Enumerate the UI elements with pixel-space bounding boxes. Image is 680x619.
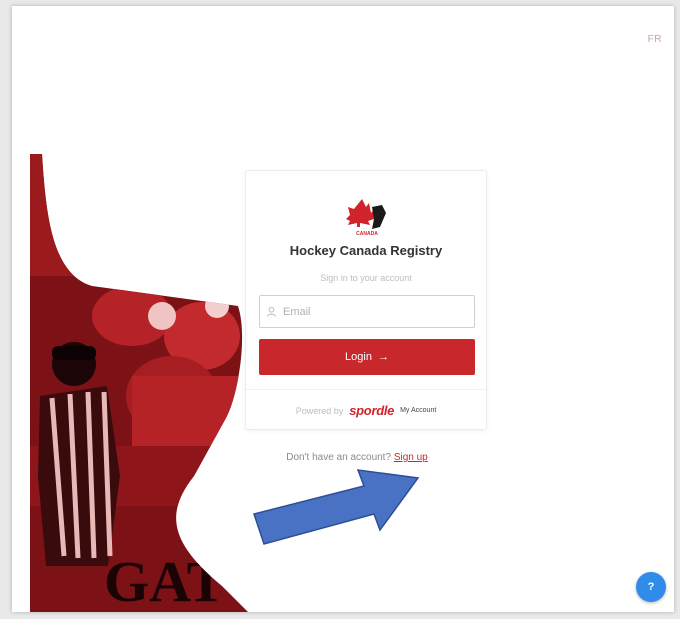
annotation-arrow-icon	[253, 469, 420, 545]
hockey-canada-logo: CANADA	[346, 199, 386, 237]
logo-caption: CANADA	[356, 231, 378, 237]
login-button[interactable]: Login →	[259, 339, 475, 375]
login-button-label: Login	[345, 351, 372, 363]
arrow-right-icon: →	[377, 351, 389, 363]
language-toggle[interactable]: FR	[648, 34, 662, 45]
spordle-suffix: My Account	[400, 407, 437, 414]
email-field[interactable]	[259, 295, 475, 328]
hero-banner-text: GATC	[104, 549, 267, 612]
spordle-logo: spordle	[349, 403, 395, 418]
email-input[interactable]	[283, 305, 463, 318]
powered-by-text: Powered by	[295, 405, 344, 416]
powered-by: Powered by spordle My Account	[246, 403, 486, 418]
app-window: GATC FR CANADA Hockey Canada Registry Si…	[12, 6, 674, 612]
person-icon	[266, 306, 277, 317]
signup-link[interactable]: Sign up	[394, 452, 428, 463]
page-title: Hockey Canada Registry	[289, 243, 443, 258]
signup-prompt-text: Don't have an account?	[286, 452, 392, 463]
help-button[interactable]: ?	[636, 572, 666, 602]
page-subtitle: Sign in to your account	[320, 273, 412, 283]
login-card: CANADA Hockey Canada Registry Sign in to…	[245, 170, 487, 430]
card-divider	[246, 389, 486, 390]
signup-prompt: Don't have an account? Sign up	[12, 452, 674, 463]
